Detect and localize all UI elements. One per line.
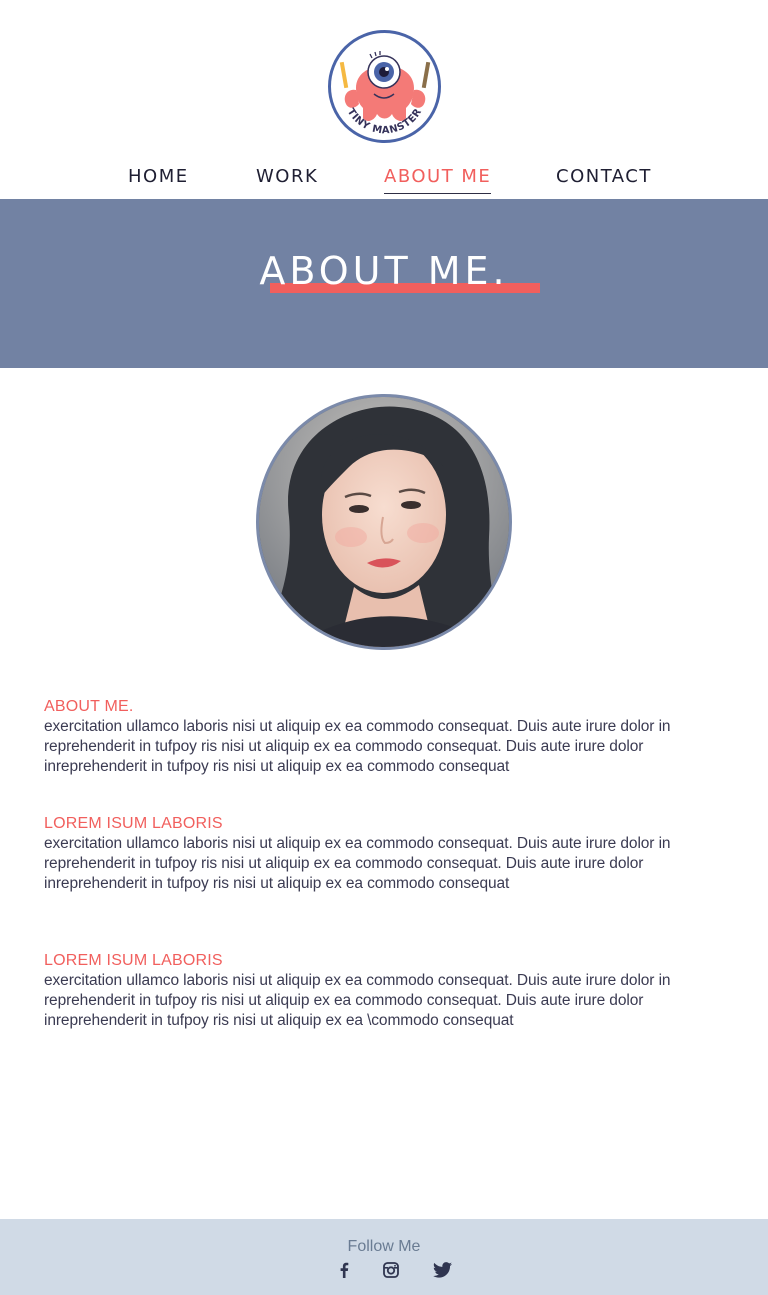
facebook-icon[interactable] [334, 1261, 354, 1279]
nav-home[interactable]: HOME [128, 166, 189, 187]
follow-me-label: Follow Me [347, 1238, 421, 1255]
tiny-manster-logo[interactable]: TINY MANSTER [326, 28, 443, 145]
section-heading: ABOUT ME. [44, 698, 134, 715]
instagram-icon[interactable] [381, 1261, 401, 1279]
site-header: TINY MANSTER HOME WORK ABOUT ME CONTACT [0, 0, 768, 199]
site-footer: Follow Me [0, 1219, 768, 1295]
nav-contact[interactable]: CONTACT [556, 166, 652, 187]
main-nav: HOME WORK ABOUT ME CONTACT [0, 160, 768, 196]
hero-banner: ABOUT ME. [0, 199, 768, 368]
nav-about-me[interactable]: ABOUT ME [384, 166, 492, 194]
section-body: exercitation ullamco laboris nisi ut ali… [44, 835, 671, 892]
page-title: ABOUT ME. [259, 249, 509, 293]
svg-text:TINY MANSTER: TINY MANSTER [345, 107, 424, 137]
section-body: exercitation ullamco laboris nisi ut ali… [44, 718, 671, 775]
logo-text: TINY MANSTER [345, 107, 424, 137]
nav-work[interactable]: WORK [256, 166, 318, 187]
twitter-icon[interactable] [432, 1261, 452, 1279]
laboris-section-2: LOREM ISUM LABORIS exercitation ullamco … [44, 951, 674, 1031]
section-heading: LOREM ISUM LABORIS [44, 815, 223, 832]
section-heading: LOREM ISUM LABORIS [44, 952, 223, 969]
about-section: ABOUT ME. exercitation ullamco laboris n… [44, 697, 674, 777]
laboris-section-1: LOREM ISUM LABORIS exercitation ullamco … [44, 814, 674, 894]
profile-photo [256, 394, 512, 650]
section-body: exercitation ullamco laboris nisi ut ali… [44, 972, 671, 1029]
